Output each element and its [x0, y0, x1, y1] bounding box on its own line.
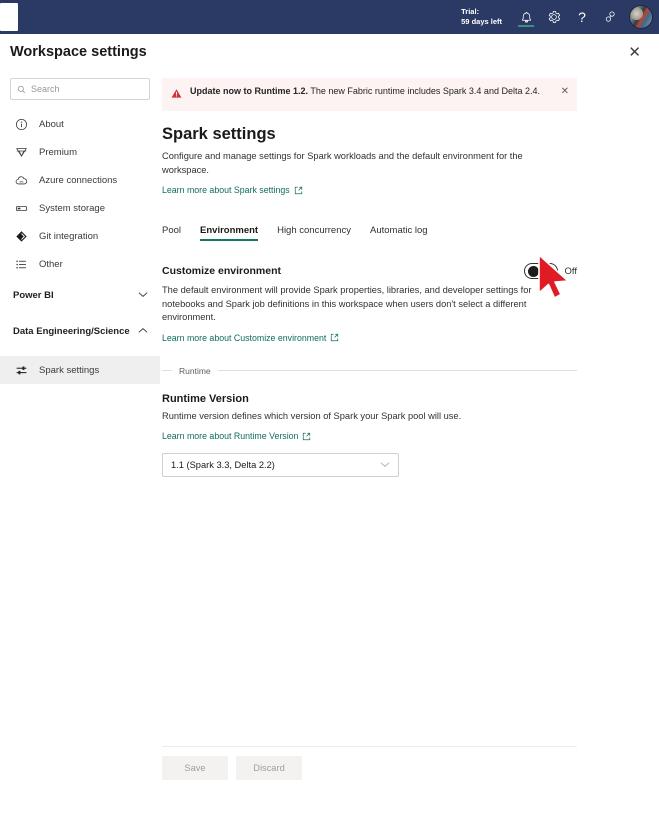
trial-label: Trial:: [461, 7, 480, 16]
save-button[interactable]: Save: [162, 756, 228, 780]
divider-right: [217, 370, 577, 371]
search-input[interactable]: Search: [10, 78, 150, 100]
diamond-icon: [13, 144, 30, 161]
learn-more-label: Learn more about Spark settings: [162, 185, 290, 195]
settings-main-panel: Update now to Runtime 1.2. The new Fabri…: [160, 70, 659, 815]
learn-more-runtime-version-link[interactable]: Learn more about Runtime Version: [162, 431, 311, 441]
page-title: Workspace settings: [10, 44, 147, 60]
banner-close-icon[interactable]: ✕: [561, 86, 569, 104]
runtime-version-select[interactable]: 1.1 (Spark 3.3, Delta 2.2): [162, 453, 399, 477]
app-logo-placeholder: [0, 3, 18, 31]
customize-environment-toggle[interactable]: [523, 263, 558, 279]
settings-gear-icon[interactable]: [540, 0, 568, 34]
runtime-update-banner: Update now to Runtime 1.2. The new Fabri…: [162, 78, 577, 111]
sidebar-item-other[interactable]: Other: [0, 250, 160, 278]
external-link-icon: [302, 432, 311, 441]
sidebar-nav-list: About Premium Azure connections System s…: [0, 110, 160, 278]
help-icon[interactable]: ?: [568, 0, 596, 34]
customize-environment-title: Customize environment: [162, 265, 282, 277]
notification-indicator: [518, 25, 534, 27]
banner-bold-text: Update now to Runtime 1.2.: [190, 86, 309, 96]
panel-header: Workspace settings ✕: [0, 34, 659, 70]
runtime-section-divider: Runtime: [162, 366, 577, 376]
search-icon: [17, 85, 26, 94]
learn-more-spark-settings-link[interactable]: Learn more about Spark settings: [162, 185, 303, 195]
search-placeholder: Search: [31, 84, 60, 94]
sidebar-item-about[interactable]: About: [0, 110, 160, 138]
tab-environment[interactable]: Environment: [200, 225, 259, 241]
sidebar-group-power-bi[interactable]: Power BI: [0, 286, 160, 314]
sidebar-item-label: About: [39, 118, 64, 130]
list-icon: [13, 256, 30, 273]
sidebar-item-azure-connections[interactable]: Azure connections: [0, 166, 160, 194]
sidebar-group-label: Data Engineering/Science: [13, 326, 130, 337]
divider-left: [162, 370, 172, 371]
tab-automatic-log[interactable]: Automatic log: [370, 225, 428, 241]
external-link-icon: [330, 333, 339, 342]
chevron-up-icon: [138, 327, 148, 336]
banner-message: Update now to Runtime 1.2. The new Fabri…: [190, 85, 555, 104]
learn-more-label: Learn more about Runtime Version: [162, 431, 299, 441]
section-title: Spark settings: [162, 125, 276, 143]
sidebar-item-label: Premium: [39, 146, 78, 158]
tab-high-concurrency[interactable]: High concurrency: [277, 225, 351, 241]
git-icon: [13, 228, 30, 245]
sidebar-item-label: System storage: [39, 202, 105, 214]
sidebar-group-data-engineering[interactable]: Data Engineering/Science: [0, 322, 160, 356]
feedback-icon[interactable]: [596, 0, 624, 34]
warning-triangle-icon: [171, 86, 182, 104]
customize-environment-description: The default environment will provide Spa…: [162, 285, 532, 322]
close-icon[interactable]: ✕: [628, 45, 641, 60]
sidebar-item-label: Azure connections: [39, 174, 118, 186]
runtime-version-description: Runtime version defines which version of…: [162, 410, 462, 421]
runtime-version-title: Runtime Version: [162, 392, 249, 405]
sidebar-item-label: Spark settings: [39, 364, 100, 376]
sidebar-item-premium[interactable]: Premium: [0, 138, 160, 166]
external-link-icon: [294, 186, 303, 195]
sidebar-group-label: Power BI: [13, 290, 54, 301]
sidebar-item-spark-settings[interactable]: Spark settings: [0, 356, 160, 384]
toggle-knob: [527, 266, 539, 277]
footer-actions: Save Discard: [162, 756, 310, 780]
discard-button[interactable]: Discard: [236, 756, 302, 780]
sliders-icon: [13, 362, 30, 379]
top-nav-actions: Trial: 59 days left ?: [461, 0, 659, 34]
section-description: Configure and manage settings for Spark …: [162, 151, 523, 175]
trial-status: Trial: 59 days left: [461, 7, 502, 27]
footer-divider: [162, 746, 577, 747]
sidebar-item-system-storage[interactable]: System storage: [0, 194, 160, 222]
storage-icon: [13, 200, 30, 217]
learn-more-customize-environment-link[interactable]: Learn more about Customize environment: [162, 333, 339, 343]
cloud-icon: [13, 172, 30, 189]
chevron-down-icon: [380, 460, 390, 470]
banner-rest-text: The new Fabric runtime includes Spark 3.…: [308, 86, 540, 96]
learn-more-label: Learn more about Customize environment: [162, 332, 327, 343]
top-navigation-bar: Trial: 59 days left ?: [0, 0, 659, 34]
sidebar-item-label: Other: [39, 258, 63, 270]
sidebar-item-git-integration[interactable]: Git integration: [0, 222, 160, 250]
toggle-state-label: Off: [564, 265, 578, 277]
sidebar-item-label: Git integration: [39, 230, 99, 242]
user-avatar[interactable]: [629, 5, 653, 29]
help-glyph: ?: [578, 9, 586, 25]
customize-environment-header: Customize environment Off: [162, 263, 577, 279]
info-circle-icon: [13, 116, 30, 133]
runtime-section-label: Runtime: [179, 365, 211, 376]
spark-settings-content: Spark settings Configure and manage sett…: [160, 125, 659, 477]
runtime-version-selected-value: 1.1 (Spark 3.3, Delta 2.2): [171, 460, 275, 470]
tab-pool[interactable]: Pool: [162, 225, 181, 241]
notification-bell-icon[interactable]: [512, 0, 540, 34]
chevron-down-icon: [138, 291, 148, 300]
settings-tabs: Pool Environment High concurrency Automa…: [162, 217, 659, 241]
customize-environment-toggle-group: Off: [523, 263, 578, 279]
settings-sidebar: Search About Premium Azure connections S…: [0, 70, 160, 815]
trial-days-left: 59 days left: [461, 17, 502, 26]
